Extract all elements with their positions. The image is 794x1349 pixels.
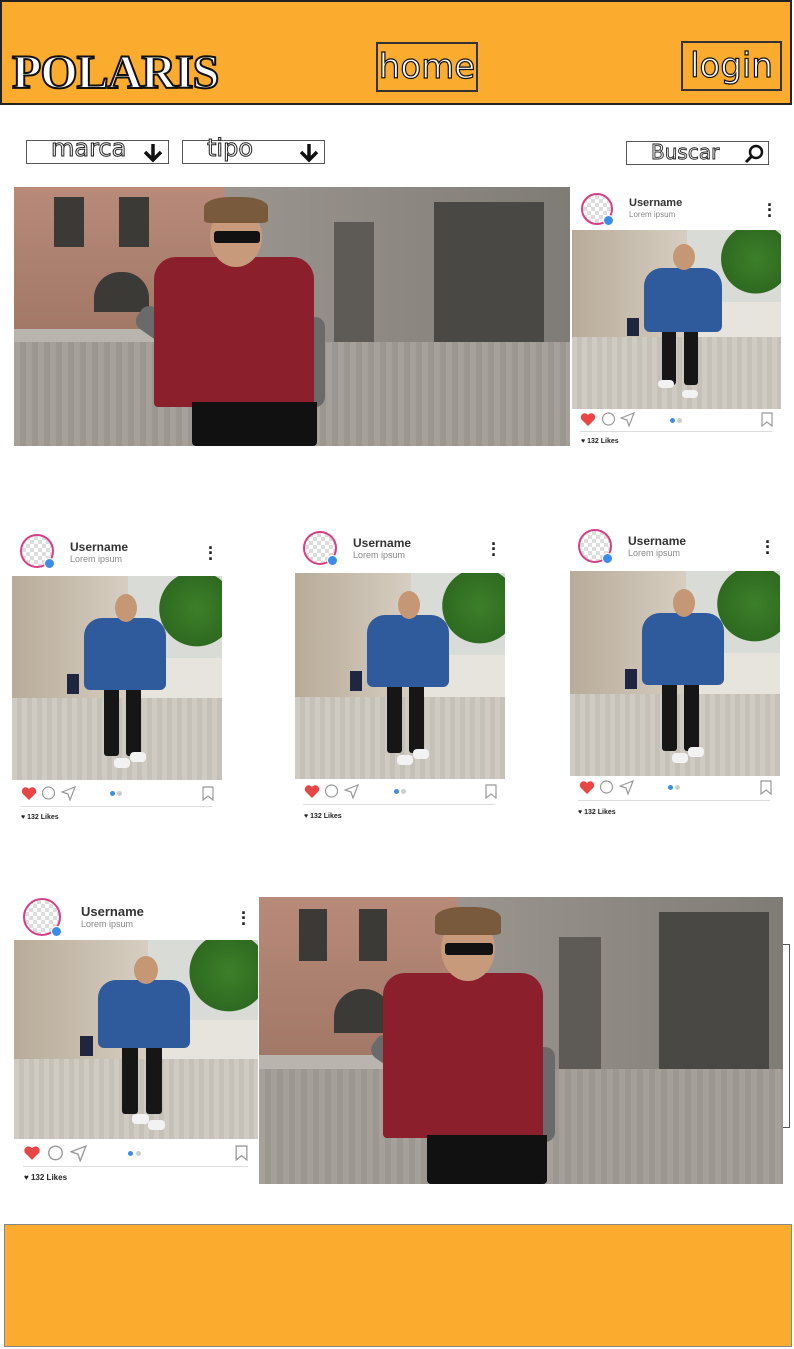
carousel-dot[interactable] <box>117 791 122 796</box>
send-icon[interactable] <box>70 1145 87 1162</box>
post-subtitle: Lorem ipsum <box>629 210 676 219</box>
post-username[interactable]: Username <box>81 904 144 919</box>
post-photo[interactable] <box>295 573 505 779</box>
arrow-down-icon <box>299 144 319 163</box>
post-subtitle: Lorem ipsum <box>70 554 123 564</box>
avatar[interactable] <box>303 531 338 566</box>
post-card: Username Lorem ipsum · · · ♥ 132 Likes <box>12 532 222 824</box>
marca-dropdown[interactable]: marca <box>26 136 169 164</box>
more-vertical-icon[interactable]: · · · <box>241 904 247 933</box>
tipo-dropdown[interactable]: tipo <box>182 136 325 164</box>
arrow-down-icon <box>143 144 163 163</box>
post-card: Username Lorem ipsum · · · ♥ 132 Likes <box>295 530 505 822</box>
post-card: Username Lorem ipsum · · · ♥ 132 Likes <box>14 895 258 1187</box>
site-footer <box>4 1224 792 1347</box>
bookmark-icon[interactable] <box>761 412 773 427</box>
carousel-dot-active[interactable] <box>394 789 399 794</box>
post-card: Username Lorem ipsum · · · ♥ 132 Likes <box>570 528 780 820</box>
carousel-dot-active[interactable] <box>128 1151 133 1156</box>
heart-icon[interactable] <box>304 784 320 799</box>
likes-count: ♥ 132 Likes <box>21 814 59 821</box>
post-photo[interactable] <box>570 571 780 776</box>
post-username[interactable]: Username <box>353 536 411 550</box>
post-subtitle: Lorem ipsum <box>628 548 681 558</box>
comment-icon[interactable] <box>324 784 339 799</box>
carousel-dot[interactable] <box>675 785 680 790</box>
search-label: Buscar <box>651 140 720 164</box>
featured-photo[interactable] <box>259 897 783 1184</box>
send-icon[interactable] <box>620 412 635 427</box>
login-button[interactable]: login <box>681 41 782 91</box>
post-card: Username Lorem ipsum · · · ♥ 132 Likes <box>572 187 782 452</box>
more-vertical-icon[interactable]: · · · <box>765 533 771 562</box>
tipo-label: tipo <box>207 134 254 162</box>
avatar[interactable] <box>578 529 613 564</box>
marca-label: marca <box>50 134 127 162</box>
comment-icon[interactable] <box>601 412 616 427</box>
login-label: login <box>689 46 773 86</box>
comment-icon[interactable] <box>41 786 56 801</box>
featured-photo[interactable] <box>14 187 570 446</box>
carousel-dot[interactable] <box>136 1151 141 1156</box>
carousel-dot[interactable] <box>677 418 682 423</box>
send-icon[interactable] <box>344 784 359 799</box>
post-subtitle: Lorem ipsum <box>81 919 134 929</box>
post-username[interactable]: Username <box>629 197 682 209</box>
send-icon[interactable] <box>61 786 76 801</box>
send-icon[interactable] <box>619 780 634 795</box>
bookmark-icon[interactable] <box>202 786 214 801</box>
heart-icon[interactable] <box>580 412 596 427</box>
more-vertical-icon[interactable]: · · · <box>767 196 773 225</box>
comment-icon[interactable] <box>47 1145 64 1162</box>
post-username[interactable]: Username <box>70 540 128 554</box>
likes-count: ♥ 132 Likes <box>304 813 342 820</box>
search-icon[interactable] <box>743 143 765 165</box>
avatar[interactable] <box>581 193 614 226</box>
bookmark-icon[interactable] <box>235 1145 248 1161</box>
post-photo[interactable] <box>14 940 258 1139</box>
frame-edge <box>782 944 790 1128</box>
carousel-dot[interactable] <box>401 789 406 794</box>
logo[interactable]: POLARIS <box>11 47 220 99</box>
post-username[interactable]: Username <box>628 534 686 548</box>
home-label: home <box>378 47 476 87</box>
likes-count: ♥ 132 Likes <box>578 809 616 816</box>
more-vertical-icon[interactable]: · · · <box>491 535 497 564</box>
heart-icon[interactable] <box>23 1145 41 1161</box>
likes-count: ♥ 132 Likes <box>24 1173 68 1182</box>
post-photo[interactable] <box>12 576 222 780</box>
post-photo[interactable] <box>572 230 781 409</box>
home-button[interactable]: home <box>376 42 478 92</box>
search-input[interactable]: Buscar <box>626 141 769 165</box>
bookmark-icon[interactable] <box>485 784 497 799</box>
bookmark-icon[interactable] <box>760 780 772 795</box>
carousel-dot-active[interactable] <box>668 785 673 790</box>
post-subtitle: Lorem ipsum <box>353 550 406 560</box>
heart-icon[interactable] <box>579 780 595 795</box>
avatar[interactable] <box>23 898 62 937</box>
avatar[interactable] <box>20 534 55 569</box>
carousel-dot-active[interactable] <box>110 791 115 796</box>
carousel-dot-active[interactable] <box>670 418 675 423</box>
heart-icon[interactable] <box>21 786 37 801</box>
comment-icon[interactable] <box>599 780 614 795</box>
likes-count: ♥ 132 Likes <box>581 438 619 445</box>
more-vertical-icon[interactable]: · · · <box>208 539 214 568</box>
